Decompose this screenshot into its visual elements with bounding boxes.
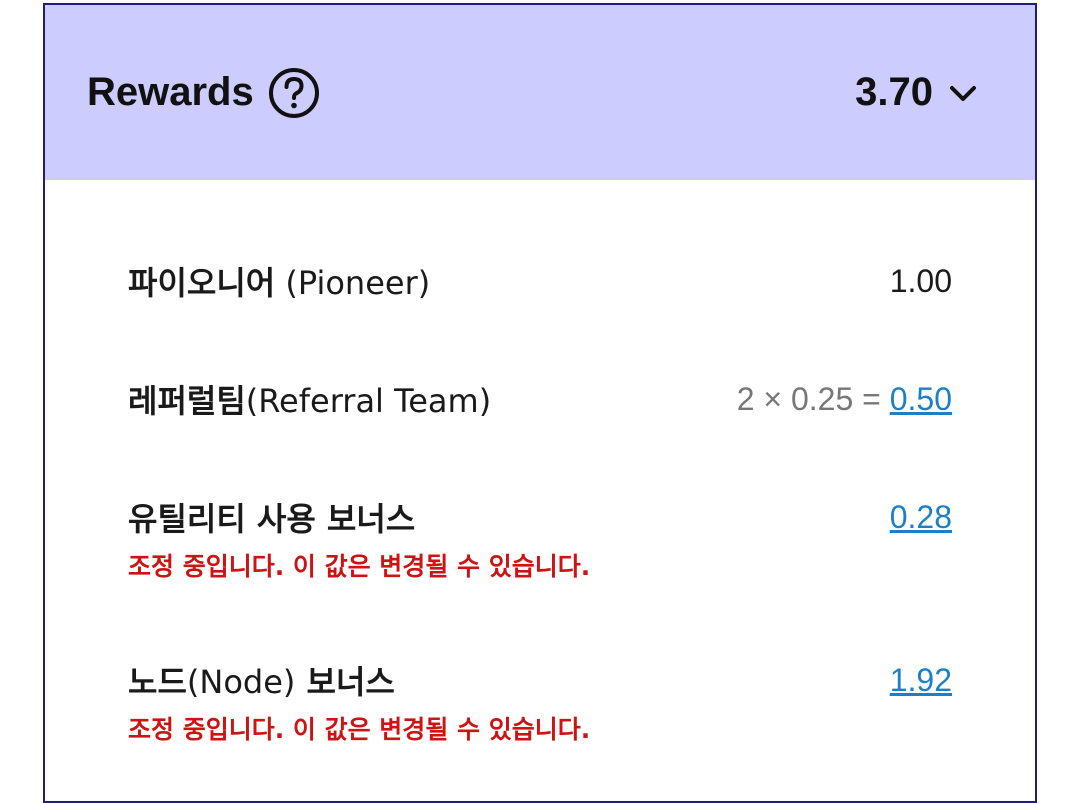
rewards-header[interactable]: Rewards 3.70 [45,5,1035,180]
pioneer-value: 1.00 [889,262,952,299]
chevron-down-icon[interactable] [947,77,979,109]
node-bonus-label: 노드(Node) 보너스 [128,663,395,701]
reward-row-referral-team: 레퍼럴팀(Referral Team) 2 × 0.25 = 0.50 [128,379,952,421]
utility-bonus-value: 0.28 [890,499,952,536]
referral-team-label: 레퍼럴팀(Referral Team) [128,382,492,420]
rewards-title: Rewards [87,70,254,114]
node-bonus-value: 1.92 [890,662,952,699]
utility-bonus-notice: 조정 중입니다. 이 값은 변경될 수 있습니다. [128,552,591,581]
reward-row-utility-bonus: 유틸리티 사용 보너스 0.28 조정 중입니다. 이 값은 변경될 수 있습니… [128,497,952,583]
referral-team-value: 2 × 0.25 = 0.50 [737,381,952,418]
utility-bonus-link[interactable]: 0.28 [890,499,952,535]
reward-row-pioneer: 파이오니어 (Pioneer) 1.00 [128,261,952,303]
header-left: Rewards [87,67,320,119]
utility-bonus-label: 유틸리티 사용 보너스 [128,500,416,538]
help-icon[interactable] [268,67,320,119]
reward-row-node-bonus: 노드(Node) 보너스 1.92 조정 중입니다. 이 값은 변경될 수 있습… [128,660,952,746]
rewards-card: Rewards 3.70 파이오니어 (Pioneer) 1.00 레퍼럴팀(R… [43,3,1037,803]
node-bonus-notice: 조정 중입니다. 이 값은 변경될 수 있습니다. [128,715,591,744]
pioneer-label: 파이오니어 (Pioneer) [128,264,431,302]
total-toggle[interactable]: 3.70 [855,70,979,115]
referral-calc: 2 × 0.25 = [736,380,890,417]
referral-value-link[interactable]: 0.50 [890,381,952,417]
total-rewards-value: 3.70 [855,70,933,114]
node-bonus-link[interactable]: 1.92 [890,662,952,698]
